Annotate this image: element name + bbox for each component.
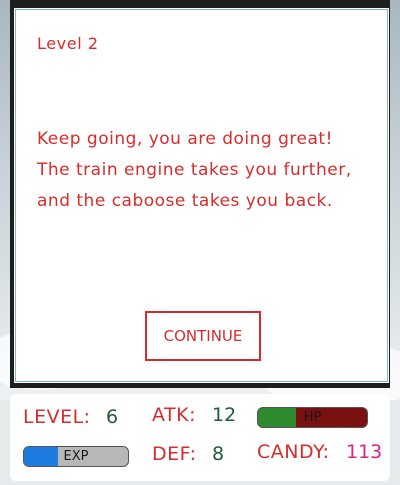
hp-bar-label: HP bbox=[303, 410, 322, 425]
hp-bar: HP bbox=[257, 407, 368, 428]
def-value: 8 bbox=[212, 443, 225, 465]
level-title: Level 2 bbox=[37, 34, 99, 53]
dialog-message: Keep going, you are doing great! The tra… bbox=[37, 129, 352, 211]
continue-button[interactable]: CONTINUE bbox=[145, 311, 261, 361]
level-label: LEVEL: bbox=[23, 406, 91, 428]
stats-hud: LEVEL: 6 ATK: 12 HP EXP DEF: 8 CANDY: 11… bbox=[10, 394, 390, 481]
def-label: DEF: bbox=[152, 443, 197, 465]
candy-value: 113 bbox=[346, 441, 383, 463]
exp-bar-label: EXP bbox=[63, 449, 89, 464]
level-value: 6 bbox=[106, 406, 119, 428]
atk-value: 12 bbox=[212, 404, 237, 426]
atk-label: ATK: bbox=[152, 404, 196, 426]
level-dialog: Level 2 Keep going, you are doing great!… bbox=[15, 9, 388, 382]
candy-label: CANDY: bbox=[257, 441, 330, 463]
exp-bar: EXP bbox=[23, 446, 129, 467]
